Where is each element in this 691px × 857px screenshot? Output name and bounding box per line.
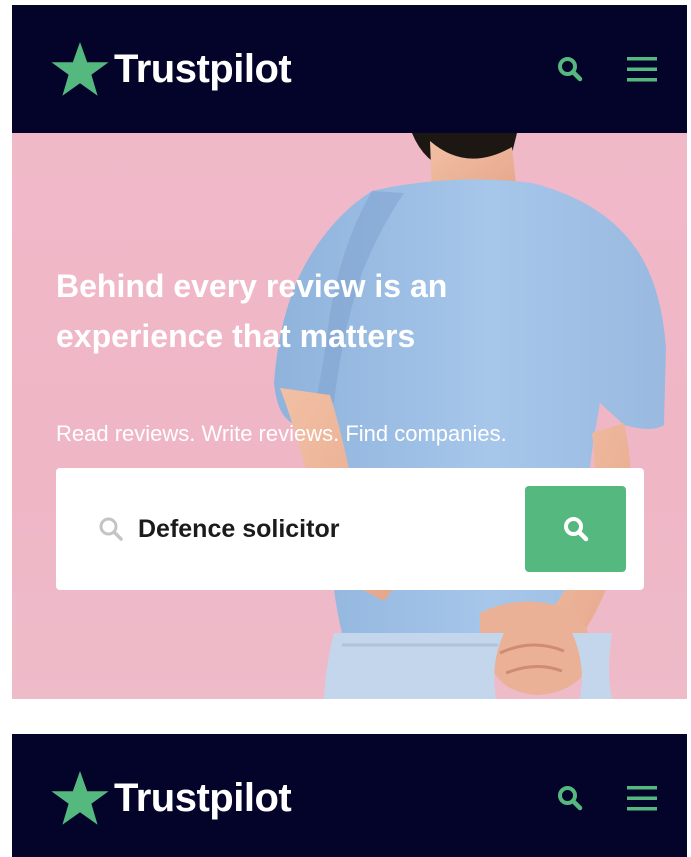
search-submit-button[interactable]: [525, 486, 626, 572]
brand-name: Trustpilot: [114, 47, 292, 91]
hero-title: Behind every review is an experience tha…: [56, 268, 448, 354]
trustpilot-logo[interactable]: Trustpilot: [50, 769, 557, 827]
search-icon[interactable]: [557, 785, 583, 811]
trustpilot-logo[interactable]: Trustpilot: [50, 40, 557, 98]
search-bar: [56, 468, 644, 590]
search-icon: [563, 517, 588, 542]
search-input[interactable]: [138, 514, 478, 544]
search-icon: [99, 517, 123, 541]
star-icon: [51, 771, 109, 825]
star-icon: [51, 42, 109, 96]
app-screen-secondary: Trustpilot: [12, 734, 687, 857]
hero-photo-person: [274, 133, 666, 699]
site-header: Trustpilot: [12, 5, 687, 133]
hamburger-menu-icon[interactable]: [627, 785, 657, 811]
brand-name: Trustpilot: [114, 776, 292, 820]
hamburger-menu-icon[interactable]: [627, 56, 657, 82]
app-screen: Trustpilot Behind every review is an exp…: [12, 5, 687, 699]
hero-subtitle: Read reviews. Write reviews. Find compan…: [56, 421, 507, 446]
site-header: Trustpilot: [12, 734, 687, 857]
search-icon[interactable]: [557, 56, 583, 82]
hero-section: Behind every review is an experience tha…: [12, 133, 687, 699]
